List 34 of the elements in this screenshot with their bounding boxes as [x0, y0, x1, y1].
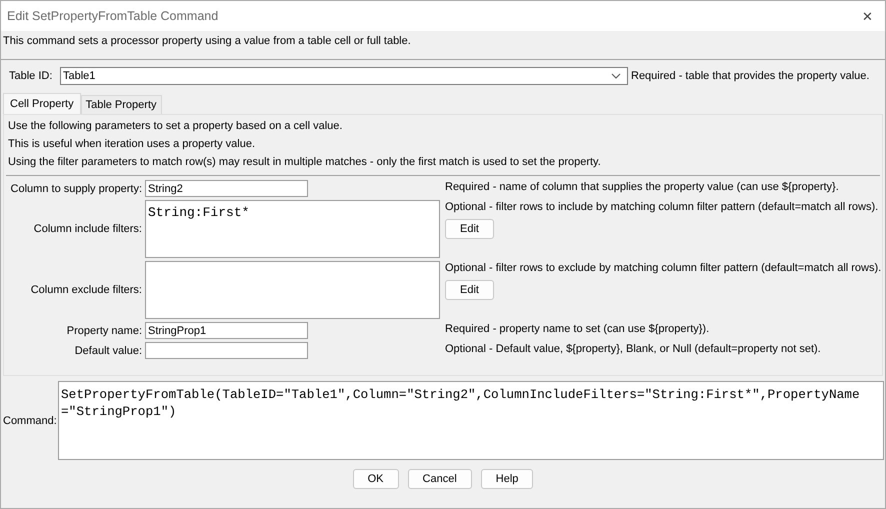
text-field[interactable]	[145, 342, 308, 359]
text-field[interactable]: StringProp1	[145, 322, 308, 339]
panel-note: Use the following parameters to set a property based on a cell value.	[8, 119, 344, 134]
panel-note: This is useful when iteration uses a property value.	[8, 137, 256, 152]
parameter-note: Optional - filter rows to exclude by matching column filter pattern (default=match all rows).	[445, 262, 882, 274]
text-field[interactable]: String2	[145, 180, 308, 197]
parameter-note: Optional - filter rows to include by matching column filter pattern (default=match all rows).	[445, 201, 878, 213]
dialog-button[interactable]: Cancel	[408, 469, 472, 489]
dialog-button[interactable]: Help	[480, 469, 534, 489]
table-id-label: Table ID:	[9, 70, 54, 82]
parameter-label: Column include filters:	[32, 223, 142, 235]
parameter-label: Column exclude filters:	[30, 284, 142, 296]
command-label: Command:	[3, 414, 56, 426]
edit-button[interactable]: Edit	[445, 219, 494, 239]
chevron-down-icon	[611, 73, 621, 79]
command-text-area[interactable]: SetPropertyFromTable(TableID="Table1",Column="String2",ColumnIncludeFilters="String:First*",PropertyName="StringProp1")	[58, 381, 884, 460]
table-id-dropdown[interactable]: Table1	[60, 67, 628, 85]
parameter-note: Optional - Default value, ${property}, Blank, or Null (default=property not set).	[445, 343, 821, 355]
command-description: This command sets a processor property using a value from a table cell or full table.	[3, 35, 411, 47]
parameter-note: Required - property name to set (can use ${property}).	[445, 323, 710, 335]
text-area[interactable]: String:First*	[145, 200, 440, 258]
parameter-note: Required - name of column that supplies the property value (can use ${property}.	[445, 181, 839, 193]
parameter-label: Default value:	[74, 344, 142, 356]
tab[interactable]: Cell Property	[3, 93, 81, 114]
window-title: Edit SetPropertyFromTable Command	[7, 9, 218, 23]
tab[interactable]: Table Property	[80, 95, 162, 114]
parameter-label: Column to supply property:	[10, 182, 142, 194]
text-area[interactable]	[145, 261, 440, 319]
panel-note: Using the filter parameters to match row(s) may result in multiple matches - only the first match is used to set the property.	[8, 155, 602, 170]
close-button[interactable]: ✕	[856, 8, 879, 24]
parameter-label: Property name:	[66, 324, 142, 336]
table-id-note: Required - table that provides the property value.	[631, 70, 870, 82]
dialog-button[interactable]: OK	[352, 469, 399, 489]
edit-button[interactable]: Edit	[445, 280, 494, 300]
